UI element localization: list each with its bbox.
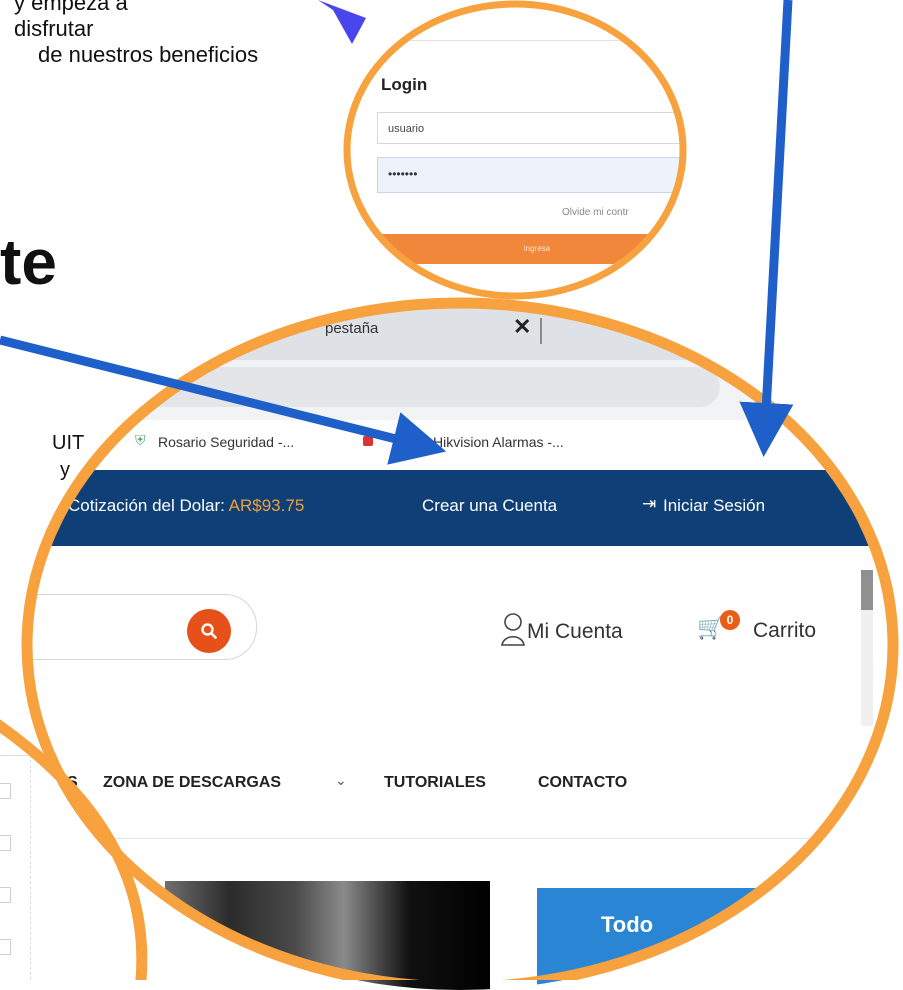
search-button[interactable] (187, 609, 231, 653)
intro-line-2: disfrutar (14, 16, 94, 41)
bookmarks-bar: ⛨ Rosario Seguridad -... ▦ Hikvision Ala… (25, 420, 895, 471)
forgot-password-link[interactable]: Olvide mi contr (562, 207, 629, 218)
checkbox[interactable] (0, 783, 11, 799)
heading-fragment: te (0, 226, 57, 298)
tab-strip: pestaña ✕ (25, 300, 895, 360)
search-icon (201, 623, 217, 639)
star-icon[interactable]: ☆ (790, 381, 812, 410)
site-header: Mi Cuenta 🛒 0 Carrito (25, 546, 895, 750)
intro-line-3: de nuestros beneficios (38, 42, 259, 67)
url-input[interactable]: ☆ (135, 367, 812, 409)
shield-icon: ⛨ (135, 432, 146, 448)
intro-line-1: y empezá a (14, 0, 128, 15)
promo-banner[interactable] (537, 888, 837, 990)
nav-item-tutoriales[interactable]: TUTORIALES (384, 774, 486, 792)
username-input[interactable]: usuario (377, 112, 685, 144)
site-top-bar: Cotización del Dolar: AR$93.75 Crear una… (25, 470, 895, 546)
user-icon[interactable] (501, 612, 525, 648)
login-submit-button[interactable]: ingresa (377, 234, 685, 264)
intro-text: y empezá a disfrutar de nuestros benefic… (14, 0, 258, 68)
close-icon[interactable]: ✕ (513, 314, 531, 340)
login-icon: ⇥ (642, 494, 657, 513)
create-account-link[interactable]: Crear una Cuenta (422, 496, 557, 516)
checkbox[interactable] (0, 835, 11, 851)
my-account-link[interactable]: Mi Cuenta (527, 620, 623, 644)
cart-count-badge: 0 (720, 610, 740, 630)
tab-title[interactable]: pestaña (325, 320, 378, 337)
divider (377, 40, 685, 41)
arrow-to-login-panel (318, 0, 366, 44)
dollar-rate-value: AR$93.75 (228, 496, 305, 515)
cart-link[interactable]: Carrito (753, 619, 816, 643)
password-input[interactable]: ••••••• (377, 157, 685, 193)
main-nav: S ZONA DE DESCARGAS ⌄ TUTORIALES CONTACT… (25, 726, 895, 839)
checkbox[interactable] (0, 939, 11, 955)
nav-item-zona-de-descargas[interactable]: ZONA DE DESCARGAS (103, 774, 281, 792)
nav-item-contacto[interactable]: CONTACTO (538, 774, 627, 792)
login-title: Login (381, 75, 428, 94)
bookmark-favicon (363, 436, 373, 446)
checkbox[interactable] (0, 887, 11, 903)
scrollbar-thumb[interactable] (861, 570, 873, 610)
login-panel: Login usuario ••••••• Olvide mi contr in… (377, 2, 685, 298)
banner-image[interactable] (165, 881, 490, 990)
bookmark-hikvision[interactable]: Hikvision Alarmas -... (433, 434, 564, 450)
promo-banner-text: Todo (601, 912, 654, 937)
address-bar: ☆ (25, 360, 895, 420)
bookmark-rosario-seguridad[interactable]: Rosario Seguridad -... (158, 434, 294, 450)
bookmark-icon: ▦ (415, 432, 429, 448)
login-zoom-circle: Login usuario ••••••• Olvide mi contr in… (345, 2, 685, 298)
dollar-rate: Cotización del Dolar: AR$93.75 (68, 496, 304, 516)
chevron-down-icon[interactable]: ⌄ (335, 772, 347, 789)
login-link[interactable]: Iniciar Sesión (663, 496, 765, 516)
nav-item-cut[interactable]: S (67, 774, 78, 792)
divider (540, 318, 542, 344)
dollar-rate-label: Cotización del Dolar: (68, 496, 225, 515)
browser-zoom-circle: pestaña ✕ ☆ ⛨ Rosario Seguridad -... ▦ H… (25, 300, 895, 990)
